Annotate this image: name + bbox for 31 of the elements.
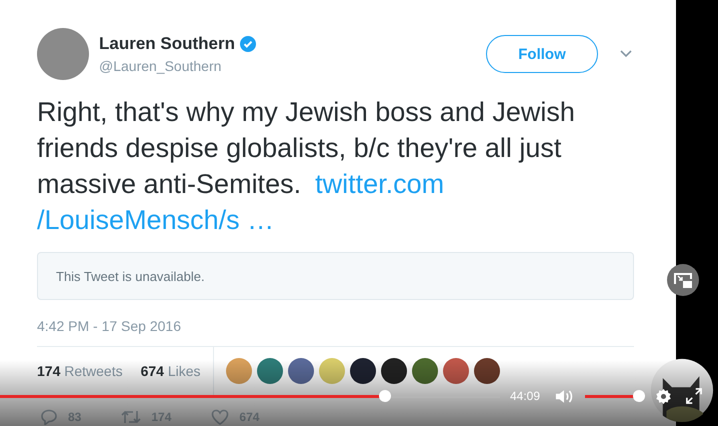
follow-button[interactable]: Follow	[486, 35, 598, 73]
liker-avatar[interactable]	[380, 358, 407, 384]
liker-avatar[interactable]	[256, 358, 283, 384]
tweet-text: friends despise globalists, b/c they're all just	[37, 132, 562, 165]
fullscreen-icon[interactable]	[686, 388, 702, 404]
picture-in-picture-button[interactable]	[667, 264, 699, 296]
cat-avatar-drawing	[650, 358, 714, 422]
liker-avatar[interactable]	[474, 358, 500, 384]
tweet-text: Right, that's why my Jewish boss and Jewish	[37, 96, 575, 129]
tweet-link[interactable]: /LouiseMensch/s …	[37, 202, 274, 238]
progress-handle[interactable]	[379, 390, 391, 402]
picture-in-picture-icon[interactable]	[673, 271, 693, 289]
avatar	[37, 28, 89, 80]
heart-icon[interactable]	[211, 409, 230, 425]
liker-avatar[interactable]	[442, 358, 469, 384]
tweet-text: massive anti-Semites.	[37, 168, 302, 201]
liker-avatar[interactable]	[350, 358, 376, 384]
stat-count[interactable]: 674 Likes	[140, 363, 201, 379]
unavailable-notice: This Tweet is unavailable.	[56, 268, 205, 284]
tweet-timestamp: 4:42 PM - 17 Sep 2016	[37, 318, 182, 334]
author-handle: @Lauren_Southern	[99, 58, 222, 74]
playback-time: 44:09	[510, 389, 540, 403]
reply-icon[interactable]	[40, 409, 58, 425]
liker-avatar[interactable]	[288, 358, 314, 384]
volume-handle[interactable]	[633, 390, 646, 402]
chevron-down-icon[interactable]	[620, 50, 632, 58]
liker-avatar[interactable]	[412, 358, 438, 384]
tweet-link[interactable]: twitter.com	[315, 166, 444, 202]
settings-icon[interactable]	[655, 388, 672, 404]
author-name: Lauren Southern	[99, 34, 236, 54]
stat-count[interactable]: 174 Retweets	[37, 363, 123, 379]
